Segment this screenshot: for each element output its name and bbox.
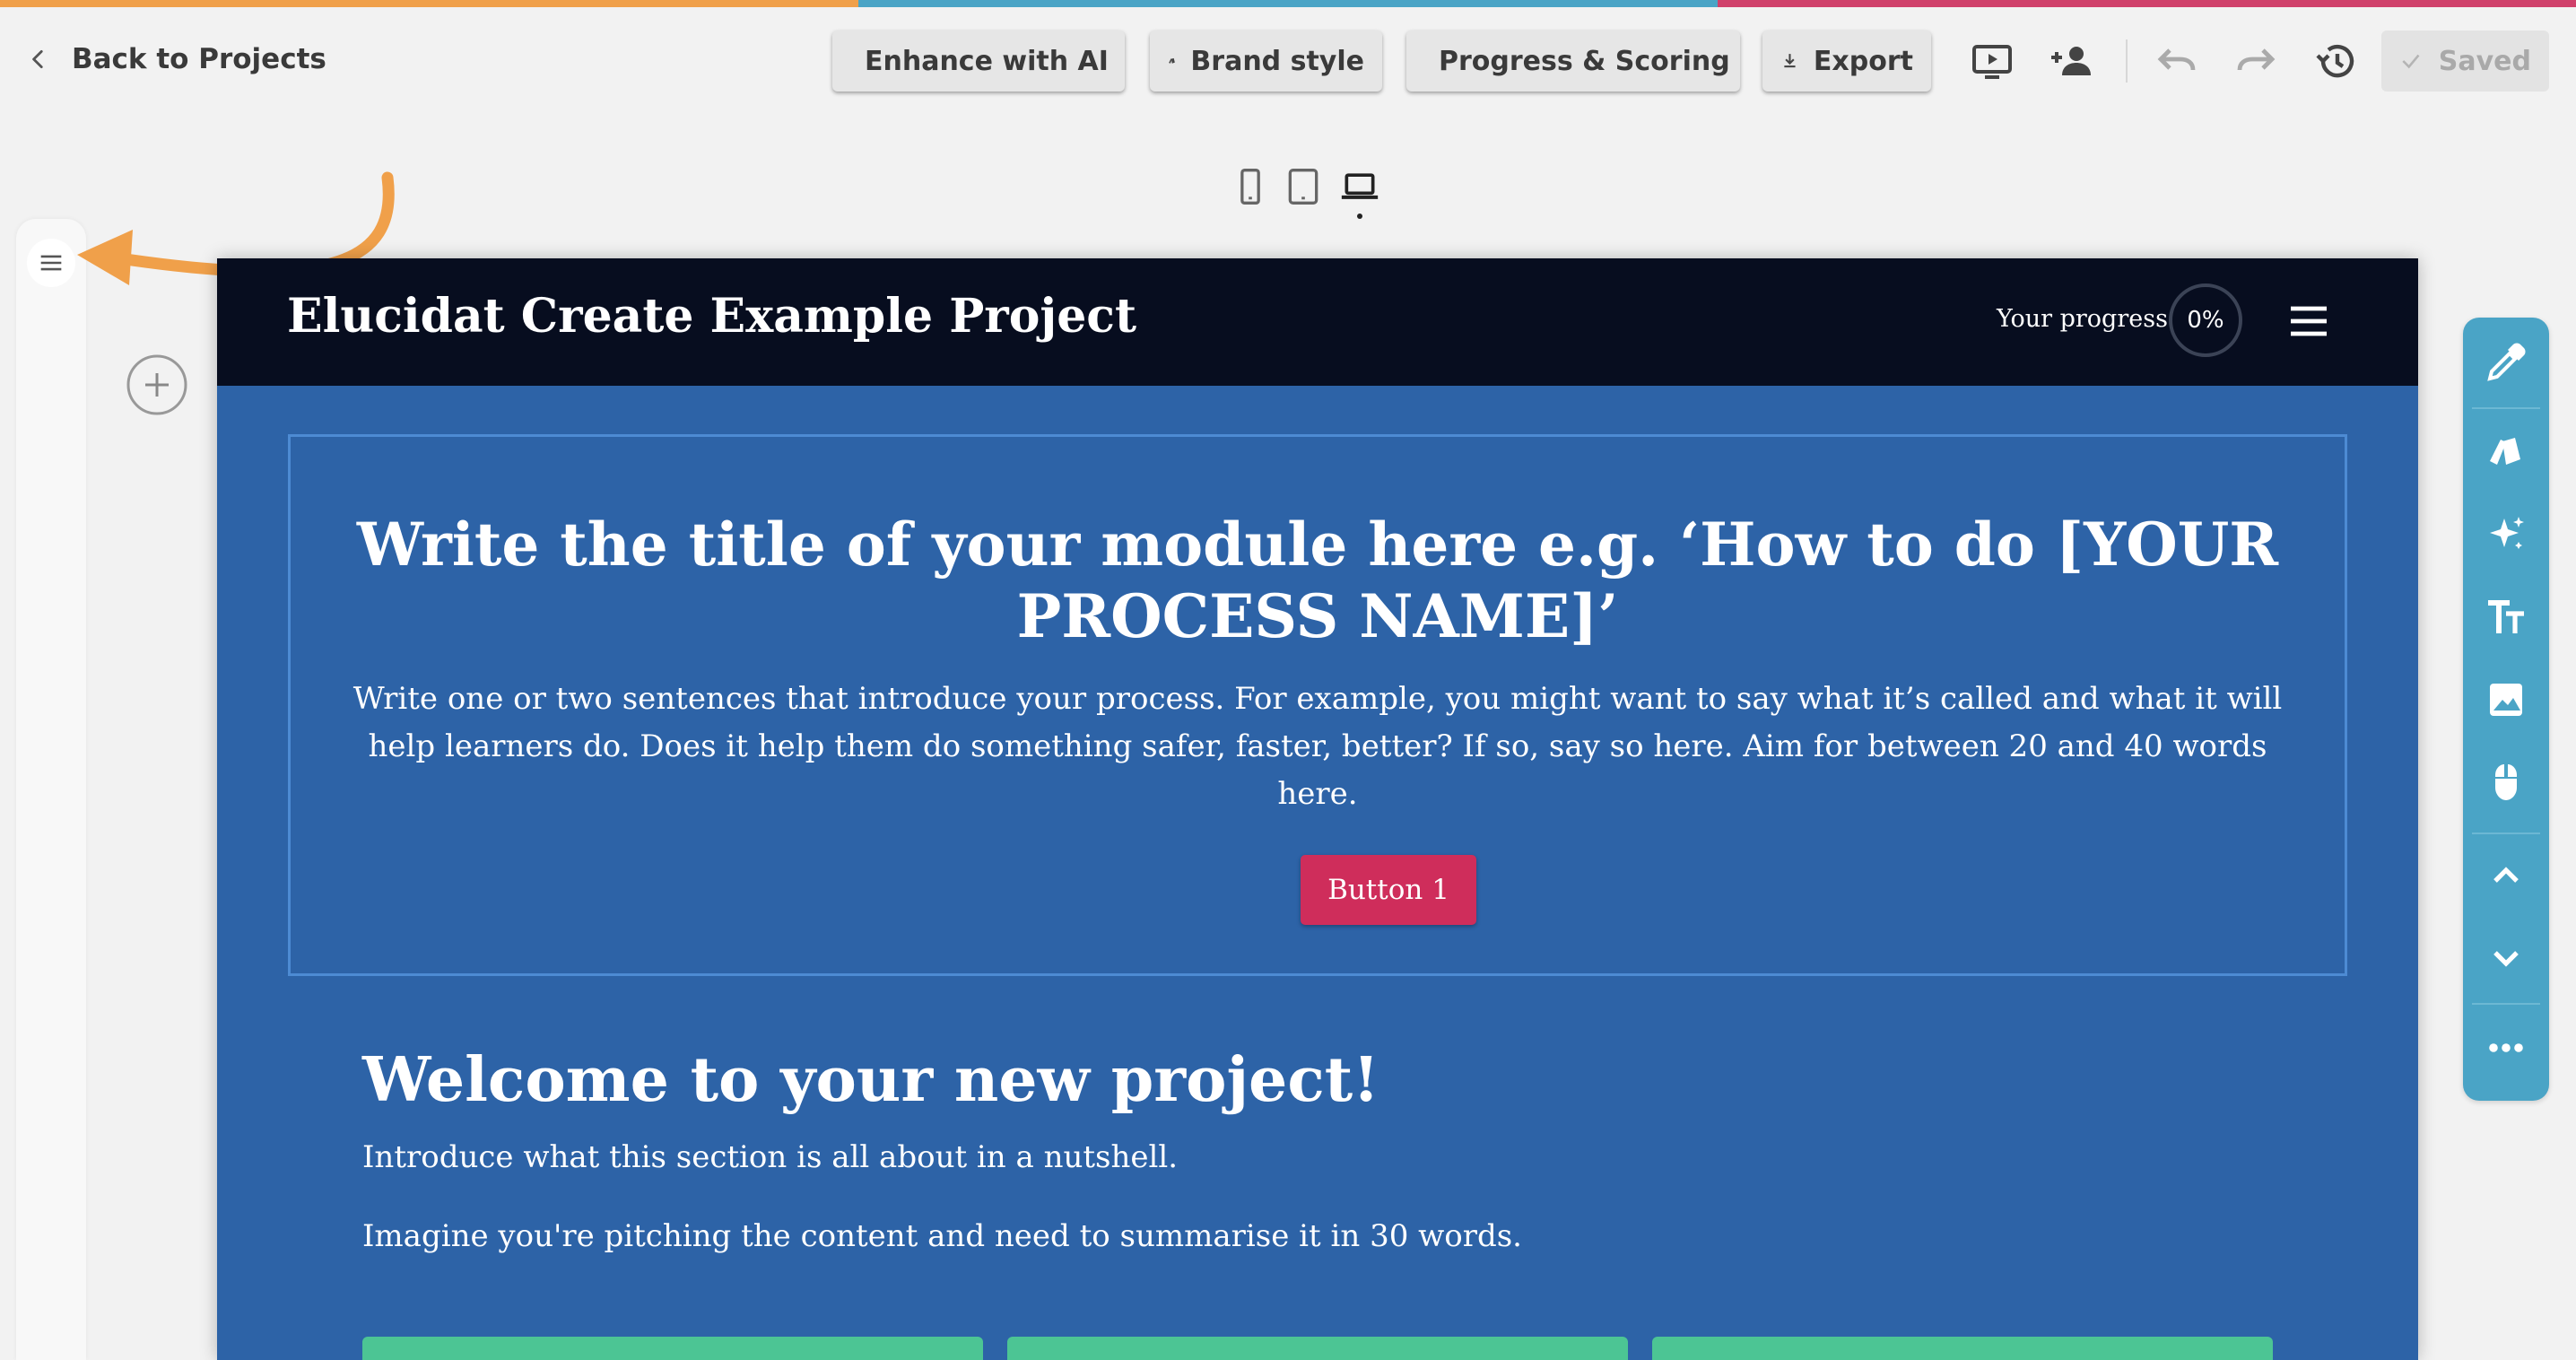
enhance-label: Enhance with AI (865, 45, 1109, 77)
brand-style-button[interactable]: Brand style (1150, 31, 1382, 92)
progress-scoring-button[interactable]: Progress & Scoring (1406, 31, 1740, 92)
hero-section[interactable]: Write the title of your module here e.g.… (288, 434, 2347, 976)
brand-swatch-icon (1169, 57, 1175, 64)
download-icon (1784, 54, 1796, 68)
export-label: Export (1813, 45, 1913, 77)
mouse-icon[interactable] (2485, 761, 2528, 804)
desktop-view-icon[interactable] (1340, 165, 1379, 208)
project-header: Elucidat Create Example Project Your pro… (217, 258, 2418, 386)
saved-status-button: Saved (2381, 31, 2549, 92)
button-1[interactable]: Button 1 (1301, 855, 1476, 925)
redo-icon[interactable] (2234, 39, 2277, 83)
back-to-projects-link[interactable]: Back to Projects (27, 39, 326, 79)
progress-scoring-label: Progress & Scoring (1439, 45, 1730, 77)
right-editing-toolbar (2463, 318, 2549, 1101)
course-menu-icon[interactable] (2287, 301, 2330, 341)
more-icon[interactable] (2485, 1026, 2528, 1069)
undo-icon[interactable] (2155, 39, 2198, 83)
project-title: Elucidat Create Example Project (287, 289, 1136, 344)
ai-sparkle-icon[interactable] (2485, 513, 2528, 556)
add-page-icon[interactable] (126, 353, 188, 416)
left-side-panel (16, 219, 86, 1360)
toolbar-divider (2472, 833, 2540, 834)
tablet-view-icon[interactable] (1284, 165, 1323, 208)
export-button[interactable]: Export (1762, 31, 1931, 92)
toolbar-divider (2472, 1003, 2540, 1005)
progress-circle: 0% (2169, 283, 2242, 357)
section-intro[interactable]: Introduce what this section is all about… (362, 1139, 1178, 1175)
text-size-icon[interactable] (2485, 596, 2528, 639)
check-icon (2402, 54, 2420, 69)
saved-label: Saved (2438, 45, 2531, 77)
enhance-with-ai-button[interactable]: Enhance with AI (832, 31, 1125, 92)
content-card[interactable] (362, 1337, 983, 1360)
progress-label: Your progress (1997, 305, 2168, 333)
brand-style-label: Brand style (1190, 45, 1364, 77)
chevron-down-icon[interactable] (2485, 937, 2528, 980)
selected-device-indicator (1357, 214, 1362, 219)
mobile-view-icon[interactable] (1231, 165, 1270, 208)
chevron-left-icon (32, 49, 43, 69)
section-heading[interactable]: Welcome to your new project! (362, 1044, 1379, 1116)
content-card[interactable] (1007, 1337, 1628, 1360)
chevron-up-icon[interactable] (2485, 854, 2528, 897)
toolbar-divider (2472, 407, 2540, 409)
progress-value: 0% (2187, 307, 2224, 334)
content-card[interactable] (1652, 1337, 2273, 1360)
eyedropper-icon[interactable] (2485, 341, 2528, 384)
preview-icon[interactable] (1971, 39, 2014, 83)
project-canvas: Elucidat Create Example Project Your pro… (217, 258, 2418, 1360)
back-label: Back to Projects (72, 43, 326, 75)
section-pitch[interactable]: Imagine you're pitching the content and … (362, 1218, 1522, 1254)
toolbar-separator (2126, 39, 2128, 83)
top-color-stripe (0, 0, 2576, 7)
add-user-icon[interactable] (2049, 39, 2093, 83)
module-title[interactable]: Write the title of your module here e.g.… (326, 509, 2309, 652)
module-intro[interactable]: Write one or two sentences that introduc… (326, 676, 2309, 818)
image-icon[interactable] (2485, 678, 2528, 721)
brand-icon[interactable] (2485, 431, 2528, 474)
history-icon[interactable] (2314, 39, 2357, 83)
